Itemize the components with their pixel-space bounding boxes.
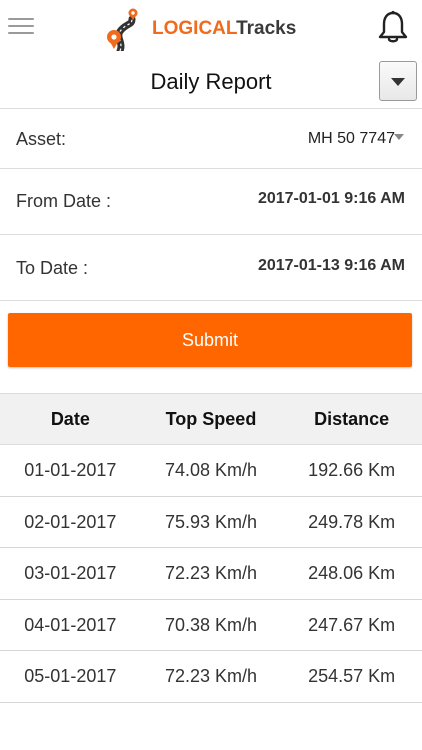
column-header-top-speed: Top Speed — [165, 409, 257, 429]
column-header-date: Date — [50, 409, 90, 429]
from-date-value[interactable]: 2017-01-01 9:16 AM — [258, 190, 405, 208]
asset-select-value: MH 50 7747 — [307, 130, 395, 147]
cell-top-speed: 72.23 Km/h — [164, 563, 258, 583]
cell-top-speed: 72.23 Km/h — [164, 666, 258, 686]
title-row: Daily Report — [0, 56, 422, 109]
app-logo: LOGICALTracks — [106, 6, 296, 52]
from-date-label: From Date : — [16, 191, 112, 211]
to-date-label: To Date : — [16, 258, 89, 278]
cell-distance: 249.78 Km — [308, 511, 396, 532]
cell-distance: 192.66 Km — [308, 460, 396, 480]
cell-distance: 248.06 Km — [308, 563, 396, 583]
hamburger-menu-icon[interactable] — [8, 14, 34, 38]
asset-select[interactable]: MH 50 7747 — [308, 130, 404, 148]
caret-down-icon — [394, 133, 404, 140]
report-table: Date Top Speed Distance 01-01-2017 74.08… — [0, 393, 422, 703]
cell-date: 05-01-2017 — [24, 666, 117, 686]
cell-date: 03-01-2017 — [24, 563, 117, 583]
cell-distance: 254.57 Km — [308, 666, 396, 686]
to-date-row[interactable]: To Date : 2017-01-13 9:16 AM — [0, 235, 422, 301]
table-row: 03-01-2017 72.23 Km/h 248.06 Km — [0, 548, 422, 600]
logo-text-logical: LOGICAL — [152, 18, 237, 39]
page-title: Daily Report — [150, 69, 272, 94]
logo-text: LOGICALTracks — [152, 18, 296, 40]
top-bar: LOGICALTracks — [0, 0, 422, 56]
asset-label: Asset: — [16, 129, 67, 149]
submit-button[interactable]: Submit — [8, 313, 412, 367]
table-header: Date Top Speed Distance — [0, 393, 422, 445]
cell-date: 01-01-2017 — [24, 460, 117, 480]
cell-top-speed: 75.93 Km/h — [164, 511, 258, 532]
asset-row: Asset: MH 50 7747 — [0, 109, 422, 169]
table-row: 02-01-2017 75.93 Km/h 249.78 Km — [0, 497, 422, 548]
bell-icon[interactable] — [378, 10, 408, 44]
table-row: 05-01-2017 72.23 Km/h 254.57 Km — [0, 651, 422, 703]
column-header-distance: Distance — [314, 409, 390, 429]
table-row: 04-01-2017 70.38 Km/h 247.67 Km — [0, 600, 422, 651]
daily-report-screen: LOGICALTracks Daily Report Asset: MH 50 … — [0, 0, 422, 750]
to-date-value[interactable]: 2017-01-13 9:16 AM — [258, 257, 405, 275]
triangle-down-icon — [391, 78, 405, 86]
from-date-row[interactable]: From Date : 2017-01-01 9:16 AM — [0, 169, 422, 235]
cell-distance: 247.67 Km — [308, 614, 396, 635]
cell-top-speed: 70.38 Km/h — [164, 614, 258, 635]
cell-date: 04-01-2017 — [24, 614, 117, 635]
cell-date: 02-01-2017 — [24, 511, 117, 532]
cell-top-speed: 74.08 Km/h — [164, 460, 258, 480]
logo-text-tracks: Tracks — [236, 18, 297, 39]
logo-road-pin-icon — [107, 8, 138, 51]
table-row: 01-01-2017 74.08 Km/h 192.66 Km — [0, 445, 422, 497]
report-type-dropdown-button[interactable] — [379, 61, 417, 101]
